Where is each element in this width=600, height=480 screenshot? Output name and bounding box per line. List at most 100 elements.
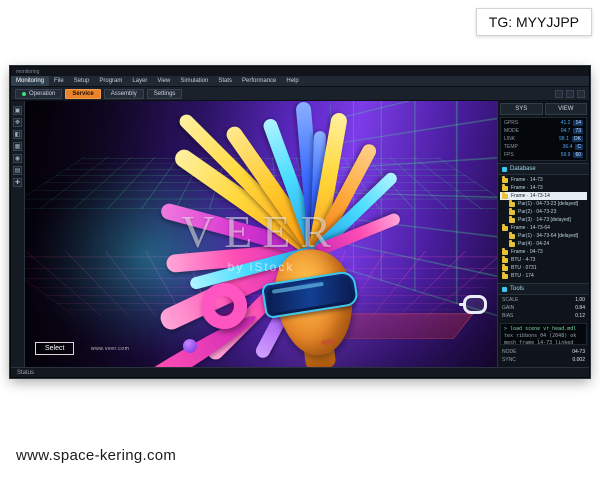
menu-item-layer[interactable]: Layer [127, 76, 152, 86]
add-tool-icon[interactable]: ✚ [13, 178, 22, 187]
menu-item-program[interactable]: Program [94, 76, 127, 86]
camera-toggle-icon[interactable] [566, 90, 574, 98]
tg-label: TG: MYYJJPP [476, 8, 592, 36]
folder-icon [502, 226, 508, 231]
grid-tool-icon[interactable]: ▦ [13, 142, 22, 151]
param-label: GAIN [502, 305, 514, 311]
orb-graphic [183, 339, 197, 353]
right-panel-footer: NODE 04-73 SYNC 0.002 [498, 347, 589, 367]
menu-item-view[interactable]: View [152, 76, 175, 86]
tree-row[interactable]: Frame · 14-73 [500, 184, 587, 192]
folder-icon [509, 234, 515, 239]
viewport[interactable]: VEER by iStock Select www.veer.com [25, 101, 497, 367]
tree-label: Frame · 14-73 [511, 177, 543, 183]
torus-graphic [201, 283, 247, 329]
tree-row[interactable]: Frame · 04-73 [500, 248, 587, 256]
telemetry-row: TEMP 36.4 C [502, 143, 585, 151]
telemetry-label: LINK [504, 136, 559, 142]
param-row: GAIN 0.84 [502, 304, 585, 312]
param-label: BIAS [502, 313, 513, 319]
telemetry-badge: C [575, 144, 583, 150]
telemetry-badge: 60 [573, 152, 583, 158]
telemetry-value: 41.2 [561, 120, 571, 126]
site-url: www.space-kering.com [16, 447, 176, 464]
footer-label: NODE [502, 349, 516, 355]
grid-toggle-icon[interactable] [555, 90, 563, 98]
menu-item-stats[interactable]: Stats [213, 76, 237, 86]
operation-button[interactable]: Operation [15, 89, 62, 99]
service-button[interactable]: Service [65, 89, 100, 99]
select-tool-icon[interactable]: ▣ [13, 106, 22, 115]
param-value: 1.00 [575, 297, 585, 303]
console-panel: > load scene vr_head.mdl tex ribbons_04 … [500, 323, 587, 345]
tools-header-label: Tools [510, 286, 524, 292]
folder-icon [502, 250, 508, 255]
split-tool-icon[interactable]: ◧ [13, 130, 22, 139]
tree-row[interactable]: Frame · 14-73 [500, 176, 587, 184]
folder-icon [509, 218, 515, 223]
param-row: BIAS 0.12 [502, 312, 585, 320]
footer-value: 04-73 [572, 349, 585, 355]
tree-row[interactable]: Frame · 14-73-64 [500, 224, 587, 232]
param-value: 0.12 [575, 313, 585, 319]
menu-item-file[interactable]: File [49, 76, 69, 86]
folder-icon [509, 202, 515, 207]
app-window: monitoring Monitoring File Setup Program… [10, 66, 590, 378]
tree-row-selected[interactable]: Frame · 14-73-14 [500, 192, 587, 200]
menu-item-help[interactable]: Help [281, 76, 303, 86]
tree-label: BTU · 0731 [511, 265, 537, 271]
assembly-button[interactable]: Assembly [104, 89, 144, 99]
footer-row: NODE 04-73 [502, 348, 585, 356]
target-tool-icon[interactable]: ◉ [13, 154, 22, 163]
telemetry-label: FPS [504, 152, 561, 158]
folder-icon [502, 274, 508, 279]
console-line: > load scene vr_head.mdl [504, 326, 583, 333]
tree-row[interactable]: Par(3) · 14-73 [delayed] [500, 216, 587, 224]
menu-item-monitoring[interactable]: Monitoring [11, 76, 49, 86]
console-line: mesh frame 14-73 linked [504, 340, 583, 345]
telemetry-value: 98.1 [559, 136, 569, 142]
folder-icon [502, 266, 508, 271]
layers-toggle-icon[interactable] [577, 90, 585, 98]
right-panel: SYS VIEW GPRS 41.2 14 MODE 04.7 73 LINK … [497, 101, 589, 367]
telemetry-row: GPRS 41.2 14 [502, 119, 585, 127]
menu-item-performance[interactable]: Performance [237, 76, 281, 86]
menu-item-simulation[interactable]: Simulation [175, 76, 213, 86]
tab-view[interactable]: VIEW [545, 103, 588, 115]
settings-button[interactable]: Settings [147, 89, 183, 99]
tree-label: Par(1) · 04-73-23 [delayed] [518, 201, 578, 207]
telemetry-panel: GPRS 41.2 14 MODE 04.7 73 LINK 98.1 OK T… [500, 117, 587, 161]
frame-tree: Frame · 14-73 Frame · 14-73 Frame · 14-7… [498, 175, 589, 281]
console-line: tex ribbons_04 (2048) ok [504, 333, 583, 340]
tree-row[interactable]: Par(1) · 34-73-64 [delayed] [500, 232, 587, 240]
right-panel-tabs: SYS VIEW [498, 101, 589, 117]
tree-row[interactable]: Par(4) · 04-24 [500, 240, 587, 248]
menu-item-setup[interactable]: Setup [69, 76, 95, 86]
tree-row[interactable]: Par(1) · 04-73-23 [delayed] [500, 200, 587, 208]
param-value: 0.84 [575, 305, 585, 311]
menubar: Monitoring File Setup Program Layer View… [11, 76, 589, 87]
rows-tool-icon[interactable]: ▤ [13, 166, 22, 175]
status-label: Status [17, 370, 34, 376]
tree-row[interactable]: BTU · 174 [500, 272, 587, 280]
status-bar: Status [11, 367, 589, 377]
select-button[interactable]: Select [35, 342, 74, 355]
ribbons-graphic [25, 101, 497, 367]
tree-label: Frame · 14-73 [511, 185, 543, 191]
move-tool-icon[interactable]: ✥ [13, 118, 22, 127]
telemetry-badge: 14 [573, 120, 583, 126]
tree-row[interactable]: BTU · 4-73 [500, 256, 587, 264]
tree-row[interactable]: Par(2) · 04-73-23 [500, 208, 587, 216]
tree-label: Par(4) · 04-24 [518, 241, 549, 247]
tree-label: Frame · 14-73-64 [511, 225, 550, 231]
telemetry-label: TEMP [504, 144, 563, 150]
status-dot-icon [22, 92, 26, 96]
tab-sys[interactable]: SYS [500, 103, 543, 115]
tools-header: Tools [498, 283, 589, 295]
telemetry-row: FPS 59.9 60 [502, 151, 585, 159]
database-header-label: Database [510, 166, 536, 172]
toolbar: Operation Service Assembly Settings [11, 87, 589, 101]
param-row: SCALE 1.00 [502, 296, 585, 304]
headset-graphic [463, 295, 487, 314]
tree-row[interactable]: BTU · 0731 [500, 264, 587, 272]
